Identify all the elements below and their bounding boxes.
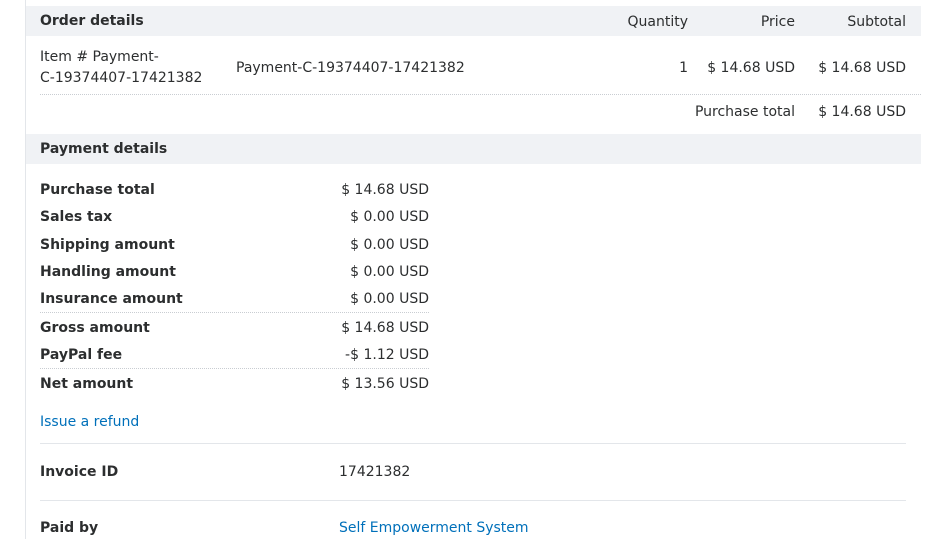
item-name-line1: Item # Payment- — [40, 49, 159, 65]
column-quantity: Quantity — [627, 14, 689, 30]
payment-details-title: Payment details — [40, 141, 168, 157]
item-subtotal: $ 14.68 USD — [818, 60, 906, 76]
paid-by-link[interactable]: Self Empowerment System — [339, 518, 529, 538]
payment-row-label: Sales tax — [40, 209, 113, 225]
payment-row-value: $ 0.00 USD — [350, 237, 429, 253]
item-name-line2: C-19374407-17421382 — [40, 70, 203, 86]
issue-refund-link[interactable]: Issue a refund — [40, 412, 139, 432]
payment-row-value: $ 13.56 USD — [341, 376, 429, 392]
payment-row-value: $ 14.68 USD — [341, 320, 429, 336]
item-description: Payment-C-19374407-17421382 — [236, 60, 465, 76]
invoice-id-value: 17421382 — [339, 464, 411, 480]
subtotal-divider — [40, 312, 429, 313]
payment-row-label: Purchase total — [40, 182, 155, 198]
item-quantity: 1 — [679, 60, 688, 76]
payment-row-label: Gross amount — [40, 320, 150, 336]
payment-row-value: $ 0.00 USD — [350, 264, 429, 280]
left-border — [25, 0, 26, 539]
payment-row-value: $ 14.68 USD — [341, 182, 429, 198]
invoice-divider — [40, 500, 906, 501]
net-divider — [40, 368, 429, 369]
payment-row-label: Insurance amount — [40, 291, 183, 307]
item-divider — [40, 94, 921, 95]
payment-row-value: -$ 1.12 USD — [345, 347, 429, 363]
payment-row-label: PayPal fee — [40, 347, 123, 363]
purchase-total-value: $ 14.68 USD — [818, 104, 906, 120]
refund-divider — [40, 443, 906, 444]
payment-row-value: $ 0.00 USD — [350, 209, 429, 225]
purchase-total-label: Purchase total — [694, 104, 795, 120]
payment-row-label: Shipping amount — [40, 237, 175, 253]
invoice-id-label: Invoice ID — [40, 464, 119, 480]
payment-row-label: Net amount — [40, 376, 134, 392]
paid-by-label: Paid by — [40, 520, 99, 536]
item-price: $ 14.68 USD — [707, 60, 795, 76]
payment-row-value: $ 0.00 USD — [350, 291, 429, 307]
column-price: Price — [760, 14, 795, 30]
order-details-title: Order details — [40, 13, 144, 29]
column-subtotal: Subtotal — [847, 14, 906, 30]
payment-row-label: Handling amount — [40, 264, 176, 280]
